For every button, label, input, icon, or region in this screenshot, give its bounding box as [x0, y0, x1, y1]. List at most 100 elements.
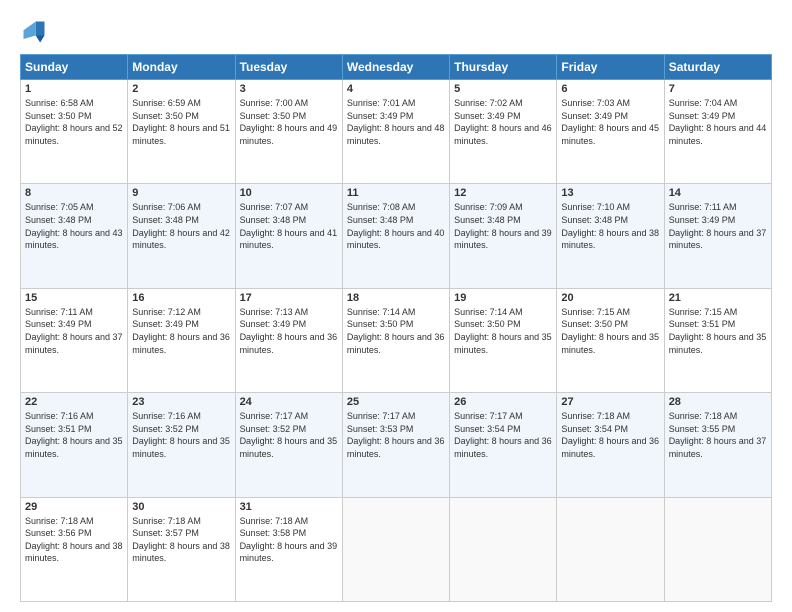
calendar-cell: 18Sunrise: 7:14 AMSunset: 3:50 PMDayligh… [342, 288, 449, 392]
calendar-cell: 2 Sunrise: 6:59 AMSunset: 3:50 PMDaylight… [128, 80, 235, 184]
calendar-cell: 9 Sunrise: 7:06 AMSunset: 3:48 PMDaylight… [128, 184, 235, 288]
day-info: Sunrise: 7:09 AMSunset: 3:48 PMDaylight:… [454, 201, 552, 251]
day-number: 22 [25, 396, 123, 408]
day-number: 19 [454, 292, 552, 304]
weekday-header-tuesday: Tuesday [235, 55, 342, 80]
day-info: Sunrise: 7:17 AMSunset: 3:53 PMDaylight:… [347, 410, 445, 460]
calendar-cell: 7 Sunrise: 7:04 AMSunset: 3:49 PMDaylight… [664, 80, 771, 184]
day-number: 26 [454, 396, 552, 408]
day-number: 16 [132, 292, 230, 304]
day-info: Sunrise: 6:59 AMSunset: 3:50 PMDaylight:… [132, 97, 230, 147]
day-info: Sunrise: 7:11 AMSunset: 3:49 PMDaylight:… [25, 306, 123, 356]
day-number: 12 [454, 187, 552, 199]
calendar-cell: 31 Sunrise: 7:18 AMSunset: 3:58 PMDayligh… [235, 497, 342, 601]
calendar-cell: 14Sunrise: 7:11 AMSunset: 3:49 PMDayligh… [664, 184, 771, 288]
calendar-cell: 10 Sunrise: 7:07 AMSunset: 3:48 PMDayligh… [235, 184, 342, 288]
day-info: Sunrise: 7:01 AMSunset: 3:49 PMDaylight:… [347, 97, 445, 147]
weekday-header-sunday: Sunday [21, 55, 128, 80]
day-number: 3 [240, 83, 338, 95]
day-info: Sunrise: 7:05 AMSunset: 3:48 PMDaylight:… [25, 201, 123, 251]
calendar-week-4: 22 Sunrise: 7:16 AMSunset: 3:51 PMDayligh… [21, 393, 772, 497]
day-number: 31 [240, 501, 338, 513]
calendar-week-2: 8 Sunrise: 7:05 AMSunset: 3:48 PMDaylight… [21, 184, 772, 288]
calendar-cell: 5 Sunrise: 7:02 AMSunset: 3:49 PMDaylight… [450, 80, 557, 184]
day-info: Sunrise: 7:03 AMSunset: 3:49 PMDaylight:… [561, 97, 659, 147]
day-number: 18 [347, 292, 445, 304]
calendar-week-1: 1 Sunrise: 6:58 AMSunset: 3:50 PMDaylight… [21, 80, 772, 184]
day-info: Sunrise: 7:17 AMSunset: 3:54 PMDaylight:… [454, 410, 552, 460]
day-info: Sunrise: 7:04 AMSunset: 3:49 PMDaylight:… [669, 97, 767, 147]
day-number: 10 [240, 187, 338, 199]
header [20, 18, 772, 46]
calendar-cell [342, 497, 449, 601]
day-number: 2 [132, 83, 230, 95]
calendar-cell: 23 Sunrise: 7:16 AMSunset: 3:52 PMDayligh… [128, 393, 235, 497]
calendar-table: SundayMondayTuesdayWednesdayThursdayFrid… [20, 54, 772, 602]
calendar-cell: 4 Sunrise: 7:01 AMSunset: 3:49 PMDaylight… [342, 80, 449, 184]
day-number: 1 [25, 83, 123, 95]
calendar-week-5: 29Sunrise: 7:18 AMSunset: 3:56 PMDayligh… [21, 497, 772, 601]
logo-icon [20, 18, 48, 46]
day-info: Sunrise: 7:18 AMSunset: 3:58 PMDaylight:… [240, 515, 338, 565]
day-info: Sunrise: 7:16 AMSunset: 3:51 PMDaylight:… [25, 410, 123, 460]
day-number: 24 [240, 396, 338, 408]
day-info: Sunrise: 6:58 AMSunset: 3:50 PMDaylight:… [25, 97, 123, 147]
logo [20, 18, 52, 46]
day-number: 4 [347, 83, 445, 95]
day-number: 17 [240, 292, 338, 304]
page: SundayMondayTuesdayWednesdayThursdayFrid… [0, 0, 792, 612]
calendar-cell: 1 Sunrise: 6:58 AMSunset: 3:50 PMDaylight… [21, 80, 128, 184]
calendar-cell [664, 497, 771, 601]
day-number: 5 [454, 83, 552, 95]
day-info: Sunrise: 7:18 AMSunset: 3:57 PMDaylight:… [132, 515, 230, 565]
day-info: Sunrise: 7:14 AMSunset: 3:50 PMDaylight:… [454, 306, 552, 356]
day-number: 14 [669, 187, 767, 199]
day-number: 15 [25, 292, 123, 304]
calendar-cell: 25Sunrise: 7:17 AMSunset: 3:53 PMDayligh… [342, 393, 449, 497]
day-info: Sunrise: 7:10 AMSunset: 3:48 PMDaylight:… [561, 201, 659, 251]
calendar-cell: 27 Sunrise: 7:18 AMSunset: 3:54 PMDayligh… [557, 393, 664, 497]
day-number: 28 [669, 396, 767, 408]
day-number: 9 [132, 187, 230, 199]
weekday-header-monday: Monday [128, 55, 235, 80]
day-info: Sunrise: 7:12 AMSunset: 3:49 PMDaylight:… [132, 306, 230, 356]
weekday-header-wednesday: Wednesday [342, 55, 449, 80]
calendar-cell: 8 Sunrise: 7:05 AMSunset: 3:48 PMDaylight… [21, 184, 128, 288]
day-number: 27 [561, 396, 659, 408]
calendar-cell [557, 497, 664, 601]
calendar-cell: 16 Sunrise: 7:12 AMSunset: 3:49 PMDayligh… [128, 288, 235, 392]
day-number: 21 [669, 292, 767, 304]
calendar-cell: 20Sunrise: 7:15 AMSunset: 3:50 PMDayligh… [557, 288, 664, 392]
day-number: 11 [347, 187, 445, 199]
weekday-header-thursday: Thursday [450, 55, 557, 80]
calendar-cell: 17 Sunrise: 7:13 AMSunset: 3:49 PMDayligh… [235, 288, 342, 392]
calendar-cell: 29Sunrise: 7:18 AMSunset: 3:56 PMDayligh… [21, 497, 128, 601]
day-info: Sunrise: 7:15 AMSunset: 3:51 PMDaylight:… [669, 306, 767, 356]
calendar-cell: 19 Sunrise: 7:14 AMSunset: 3:50 PMDayligh… [450, 288, 557, 392]
day-number: 23 [132, 396, 230, 408]
calendar-cell: 3Sunrise: 7:00 AMSunset: 3:50 PMDaylight… [235, 80, 342, 184]
day-info: Sunrise: 7:02 AMSunset: 3:49 PMDaylight:… [454, 97, 552, 147]
day-number: 13 [561, 187, 659, 199]
day-number: 8 [25, 187, 123, 199]
weekday-header-saturday: Saturday [664, 55, 771, 80]
calendar-cell: 26 Sunrise: 7:17 AMSunset: 3:54 PMDayligh… [450, 393, 557, 497]
day-number: 6 [561, 83, 659, 95]
weekday-header-friday: Friday [557, 55, 664, 80]
day-info: Sunrise: 7:15 AMSunset: 3:50 PMDaylight:… [561, 306, 659, 356]
day-info: Sunrise: 7:18 AMSunset: 3:54 PMDaylight:… [561, 410, 659, 460]
day-info: Sunrise: 7:16 AMSunset: 3:52 PMDaylight:… [132, 410, 230, 460]
calendar-cell: 24 Sunrise: 7:17 AMSunset: 3:52 PMDayligh… [235, 393, 342, 497]
calendar-cell: 11Sunrise: 7:08 AMSunset: 3:48 PMDayligh… [342, 184, 449, 288]
weekday-header-row: SundayMondayTuesdayWednesdayThursdayFrid… [21, 55, 772, 80]
day-number: 29 [25, 501, 123, 513]
day-info: Sunrise: 7:17 AMSunset: 3:52 PMDaylight:… [240, 410, 338, 460]
day-info: Sunrise: 7:07 AMSunset: 3:48 PMDaylight:… [240, 201, 338, 251]
day-info: Sunrise: 7:06 AMSunset: 3:48 PMDaylight:… [132, 201, 230, 251]
day-info: Sunrise: 7:18 AMSunset: 3:55 PMDaylight:… [669, 410, 767, 460]
day-number: 7 [669, 83, 767, 95]
day-info: Sunrise: 7:13 AMSunset: 3:49 PMDaylight:… [240, 306, 338, 356]
calendar-cell: 30 Sunrise: 7:18 AMSunset: 3:57 PMDayligh… [128, 497, 235, 601]
day-number: 30 [132, 501, 230, 513]
calendar-week-3: 15 Sunrise: 7:11 AMSunset: 3:49 PMDayligh… [21, 288, 772, 392]
